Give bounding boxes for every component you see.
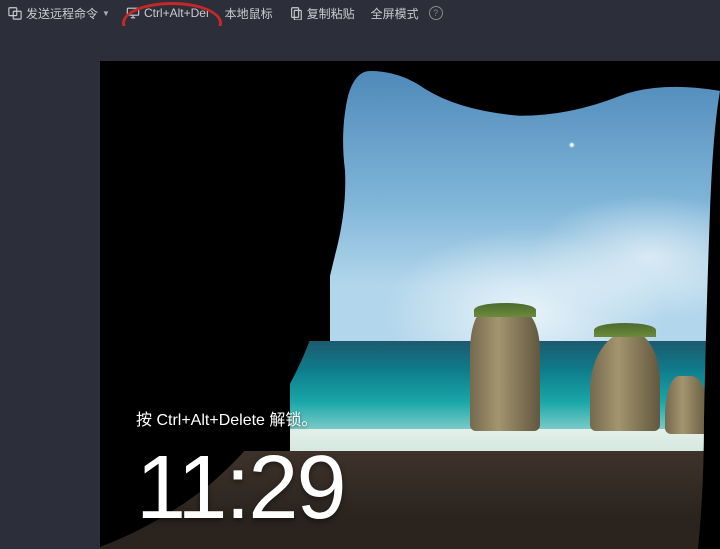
fullscreen-label: 全屏模式 xyxy=(371,5,419,22)
command-icon xyxy=(8,6,22,20)
wallpaper-seastack xyxy=(665,376,709,434)
remote-toolbar: 发送远程命令 ▼ Ctrl+Alt+Del 本地鼠标 复制粘贴 全屏模式 ? xyxy=(0,0,720,26)
send-remote-command-menu[interactable]: 发送远程命令 ▼ xyxy=(8,5,110,22)
remote-viewer: 按 Ctrl+Alt+Delete 解锁。 11:29 xyxy=(0,26,720,549)
ctrl-alt-del-label: Ctrl+Alt+Del xyxy=(144,6,209,20)
local-mouse-button[interactable]: 本地鼠标 xyxy=(225,5,273,22)
remote-screen[interactable]: 按 Ctrl+Alt+Delete 解锁。 11:29 xyxy=(100,61,720,549)
copy-paste-button[interactable]: 复制粘贴 xyxy=(289,5,355,22)
clipboard-icon xyxy=(289,6,303,20)
lockscreen-unlock-text: 按 Ctrl+Alt+Delete 解锁。 xyxy=(136,406,317,430)
lockscreen-time: 11:29 xyxy=(136,443,345,533)
local-mouse-label: 本地鼠标 xyxy=(225,5,273,22)
ctrl-alt-del-button[interactable]: Ctrl+Alt+Del xyxy=(126,6,209,20)
help-icon[interactable]: ? xyxy=(429,6,443,20)
send-remote-command-label: 发送远程命令 xyxy=(26,5,98,22)
copy-paste-label: 复制粘贴 xyxy=(307,5,355,22)
chevron-down-icon: ▼ xyxy=(102,9,110,18)
fullscreen-button[interactable]: 全屏模式 ? xyxy=(371,5,443,22)
monitor-icon xyxy=(126,6,140,20)
wallpaper-seastack xyxy=(470,311,540,431)
viewer-side-gutter xyxy=(0,26,100,549)
wallpaper-sky xyxy=(330,61,720,341)
